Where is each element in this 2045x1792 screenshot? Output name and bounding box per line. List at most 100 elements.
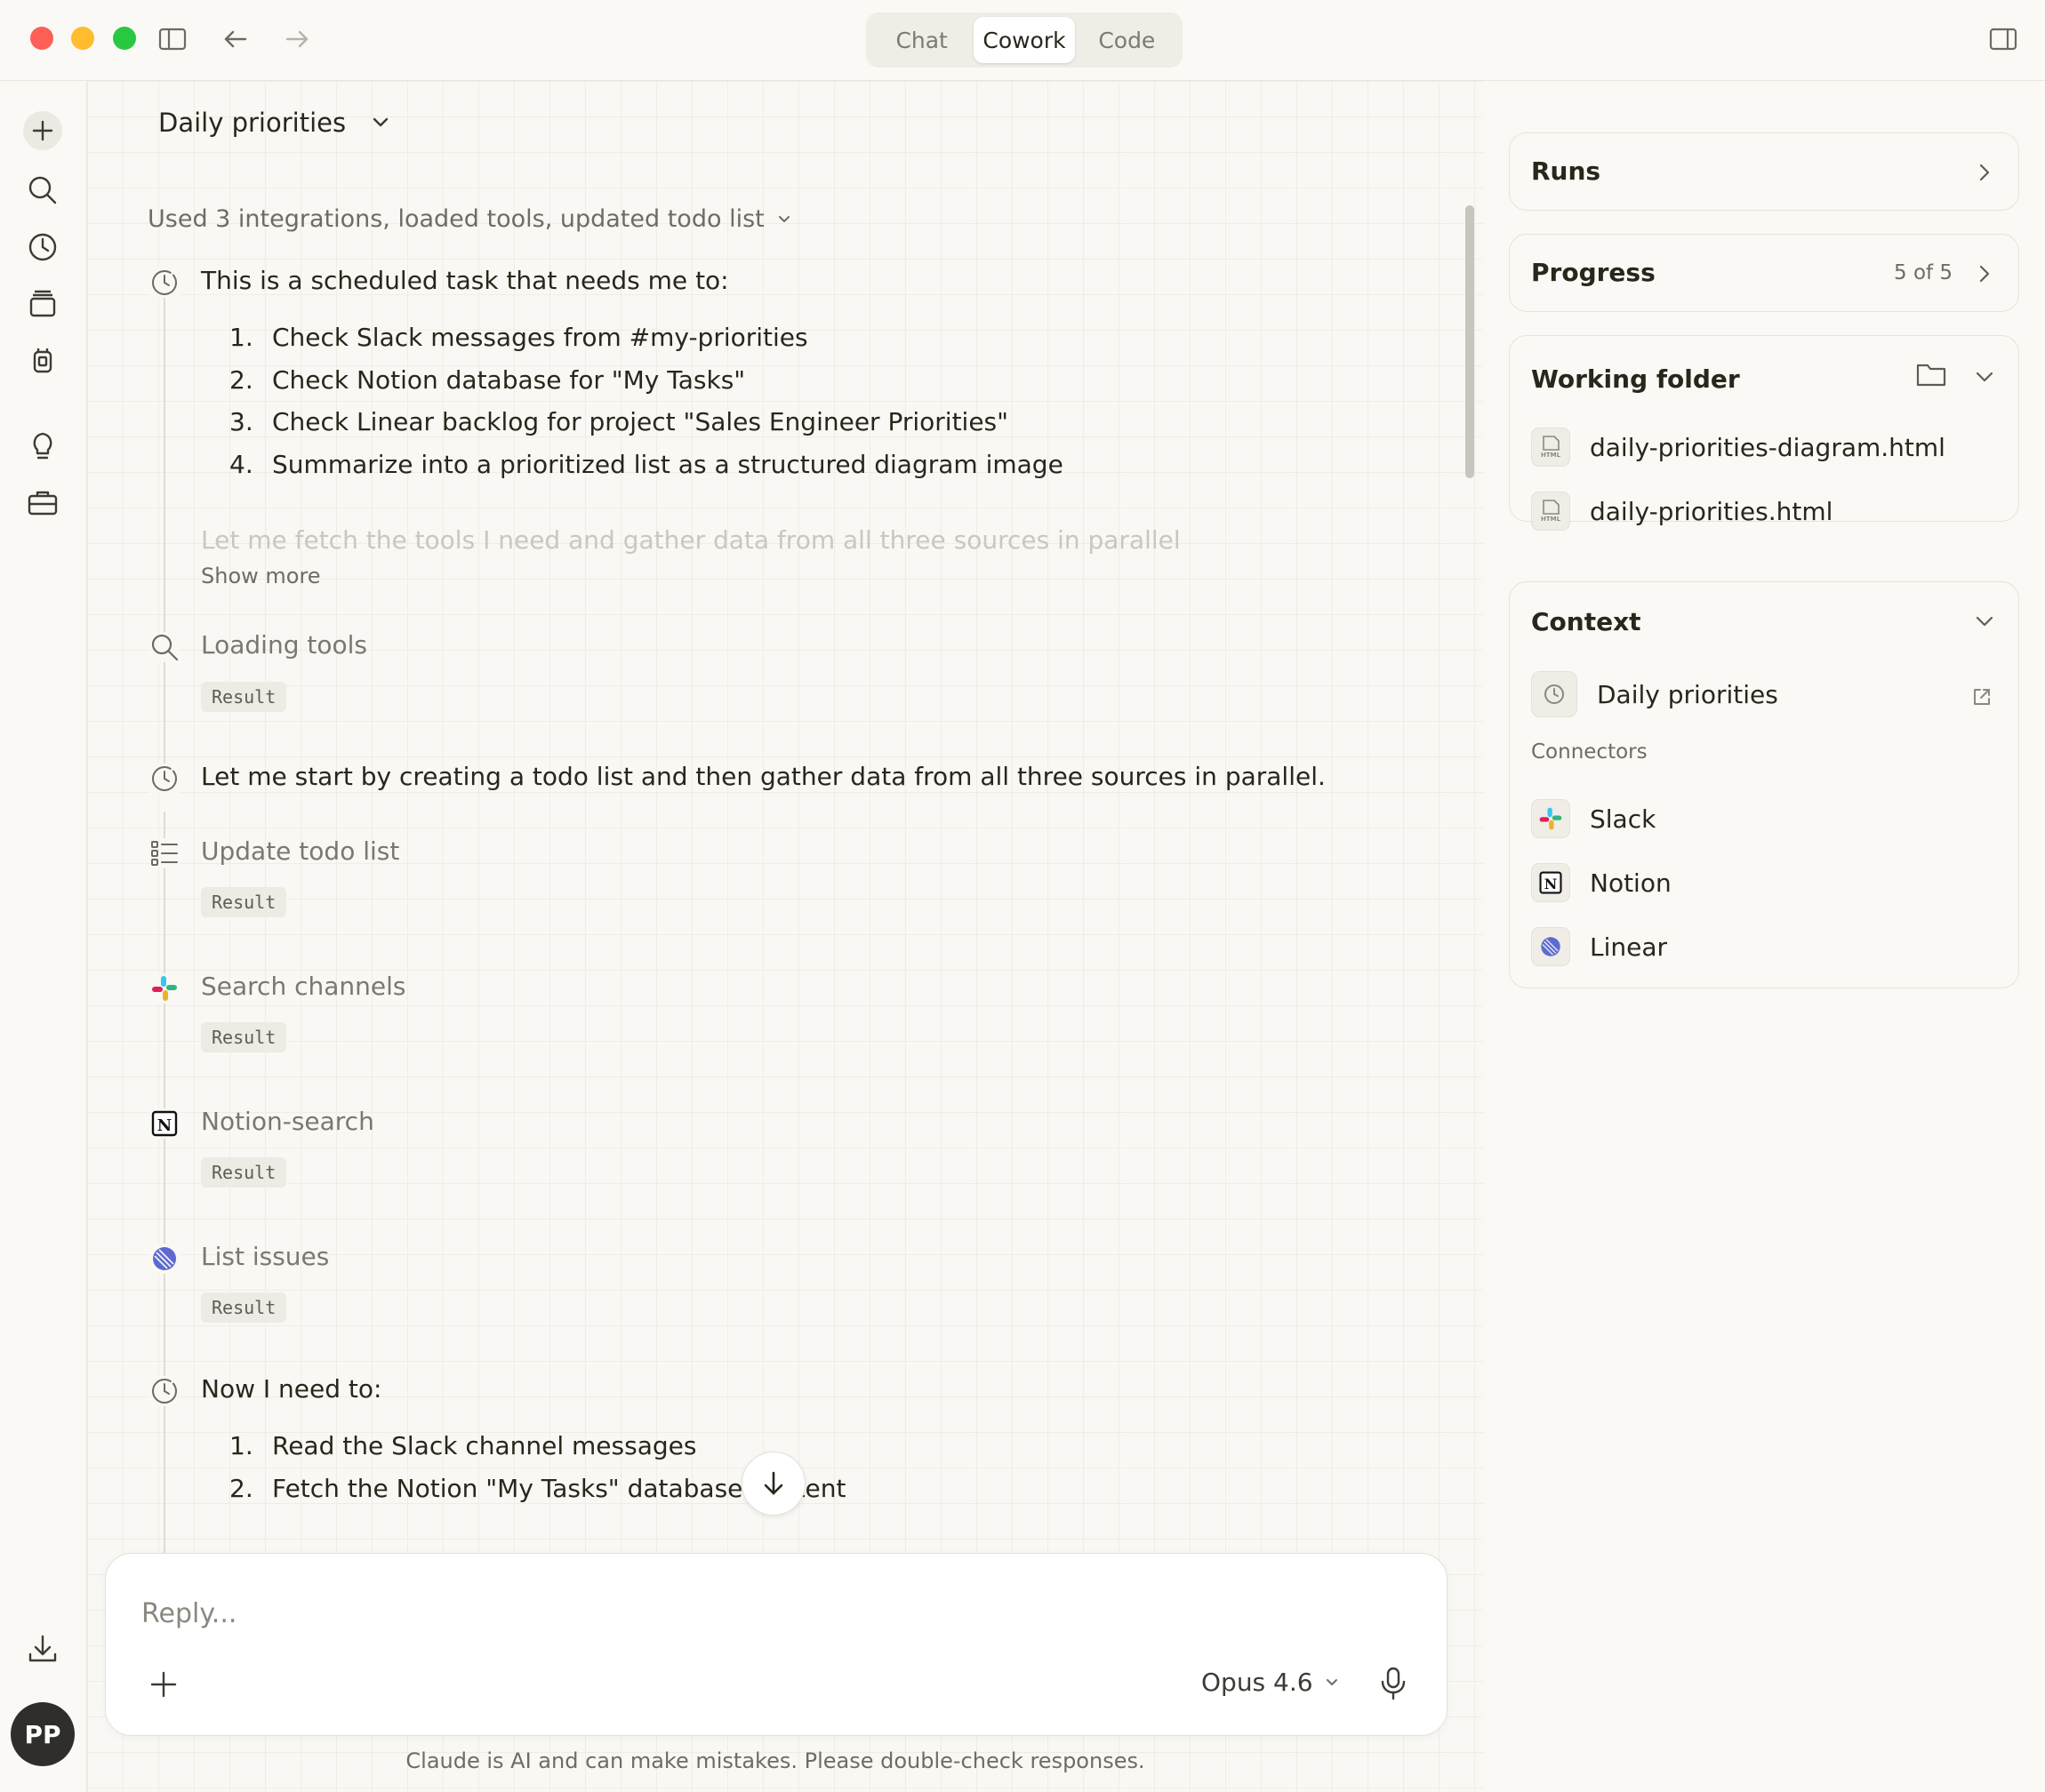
file-item[interactable]: HTML daily-priorities-diagram.html [1531,428,1945,467]
page-title: Daily priorities [158,108,347,138]
toolbox-icon[interactable] [26,485,60,519]
show-more-link[interactable]: Show more [201,564,321,588]
chevron-down-icon [775,211,793,228]
history-icon[interactable] [26,230,60,264]
connectors-label: Connectors [1531,740,1648,764]
context-task-name: Daily priorities [1597,679,1778,709]
file-item[interactable]: HTML daily-priorities.html [1531,492,1832,531]
html-file-icon: HTML [1531,492,1570,531]
checklist-icon [149,838,180,868]
progress-card[interactable]: Progress 5 of 5 [1509,234,2019,312]
lightbulb-icon[interactable] [26,428,60,462]
download-icon[interactable] [26,1632,60,1666]
slack-icon [1531,799,1570,838]
clock-icon [149,764,180,794]
collapsed-text: Let me fetch the tools I need and gather… [201,525,1179,554]
svg-text:HTML: HTML [1541,516,1561,523]
progress-title: Progress [1531,258,1656,287]
chevron-down-icon[interactable] [1972,609,1997,634]
close-window-button[interactable] [30,27,53,50]
context-card: Context Daily priorities Connectors Slac… [1509,581,2019,988]
runs-card[interactable]: Runs [1509,132,2019,211]
mode-switcher: Chat Cowork Code [866,12,1183,68]
clock-icon [149,1376,180,1406]
connector-name: Linear [1590,932,1668,962]
connector-linear[interactable]: Linear [1531,927,1667,966]
list-item: 4. Summarize into a prioritized list as a… [229,449,1063,479]
artifacts-icon[interactable] [26,344,60,378]
arrow-down-icon [764,1471,783,1495]
activity-summary-toggle[interactable]: Used 3 integrations, loaded tools, updat… [148,205,793,233]
add-attachment-icon[interactable] [148,1669,179,1700]
step-notion-search[interactable]: Notion-search [201,1107,374,1136]
clock-icon [149,268,180,298]
start-message: Let me start by creating a todo list and… [201,762,1326,791]
intro-message: This is a scheduled task that needs me t… [201,266,729,295]
tab-cowork[interactable]: Cowork [974,17,1075,63]
right-panel-toggle-icon[interactable] [1988,24,2018,54]
list-item: 1. Check Slack messages from #my-prioriti… [229,323,808,353]
folder-icon[interactable] [1915,361,1947,388]
task-title-dropdown[interactable]: Daily priorities [158,108,392,138]
left-rail: PP [0,81,87,1792]
intro-task-list: 1. Check Slack messages from #my-prioriti… [229,316,1063,485]
model-name: Opus 4.6 [1201,1668,1313,1697]
step-loading-tools[interactable]: Loading tools [201,630,367,660]
timeline-line [164,291,165,682]
clock-icon [1531,671,1577,717]
step-list-issues[interactable]: List issues [201,1242,329,1271]
external-link-icon[interactable] [1970,685,1993,708]
next-intro-message: Now I need to: [201,1374,382,1404]
chevron-down-icon [369,111,392,134]
linear-icon [149,1244,180,1274]
connector-notion[interactable]: N Notion [1531,863,1672,902]
working-folder-title: Working folder [1531,364,1740,394]
model-selector[interactable]: Opus 4.6 [1201,1668,1340,1697]
step-update-todo[interactable]: Update todo list [201,836,399,866]
result-chip[interactable]: Result [201,1292,287,1323]
file-name: daily-priorities.html [1590,496,1833,526]
scrollbar-thumb[interactable] [1465,205,1474,478]
new-chat-icon[interactable] [23,111,62,150]
result-chip[interactable]: Result [201,1157,287,1188]
linear-icon [1531,927,1570,966]
scroll-to-bottom-button[interactable] [742,1452,806,1516]
step-search-channels[interactable]: Search channels [201,972,405,1001]
reply-input[interactable] [141,1598,1297,1629]
projects-icon[interactable] [26,287,60,321]
user-avatar[interactable]: PP [11,1702,75,1766]
chevron-right-icon [1972,160,1997,185]
disclaimer-text: Claude is AI and can make mistakes. Plea… [405,1748,1145,1773]
search-icon[interactable] [26,173,60,207]
list-item: 3. Check Linear backlog for project "Sale… [229,407,1009,437]
tab-code[interactable]: Code [1077,17,1177,63]
chevron-down-icon[interactable] [1972,364,1997,389]
svg-text:N: N [1544,876,1558,892]
context-task-item[interactable]: Daily priorities [1531,671,1778,717]
result-chip[interactable]: Result [201,682,287,712]
chevron-right-icon [1972,261,1997,286]
connector-slack[interactable]: Slack [1531,799,1656,838]
search-icon [149,632,180,662]
connector-name: Notion [1590,868,1672,898]
html-file-icon: HTML [1531,428,1570,467]
chevron-down-icon [1324,1675,1340,1691]
slack-icon [149,973,180,1004]
list-item: 2. Check Notion database for "My Tasks" [229,364,746,395]
svg-text:HTML: HTML [1541,452,1561,459]
forward-arrow-icon[interactable] [282,24,312,54]
microphone-icon[interactable] [1377,1666,1409,1701]
result-chip[interactable]: Result [201,1022,287,1052]
working-folder-card: Working folder HTML daily-priorities-dia… [1509,335,2019,531]
title-bar: Chat Cowork Code [0,0,2045,81]
context-title: Context [1531,607,1641,636]
runs-title: Runs [1531,156,1601,186]
back-arrow-icon[interactable] [221,24,251,54]
sidebar-toggle-icon[interactable] [157,24,188,54]
connector-name: Slack [1590,804,1656,834]
result-chip[interactable]: Result [201,887,287,917]
minimize-window-button[interactable] [71,27,94,50]
maximize-window-button[interactable] [113,27,136,50]
file-name: daily-priorities-diagram.html [1590,432,1945,462]
tab-chat[interactable]: Chat [871,17,972,63]
